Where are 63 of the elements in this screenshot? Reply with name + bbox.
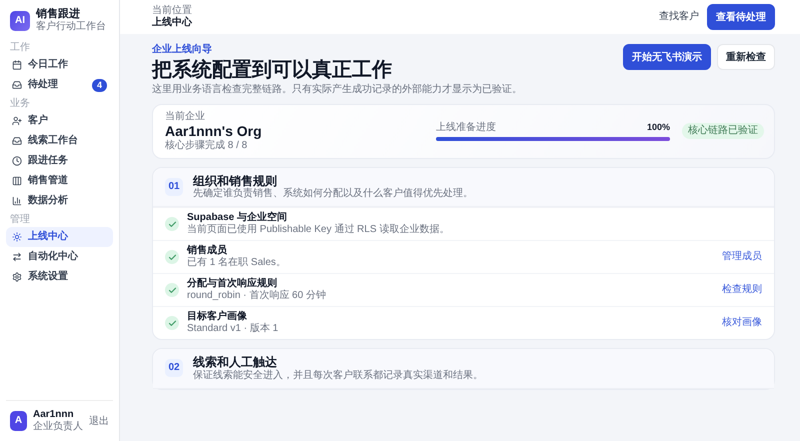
section-title: 组织和销售规则 [193,174,278,188]
nav-group-label: 业务 [9,96,31,112]
app-name: 销售跟进 [36,8,81,20]
nav-icon [12,272,22,282]
steps-summary: 核心步骤完成 8 / 8 [165,140,248,152]
step-action-link[interactable]: 管理成员 [722,251,762,264]
step-title: 分配与首次响应规则 [187,278,278,290]
hero-heading: 把系统配置到可以真正工作 [152,58,393,82]
nav-icon [12,176,22,186]
app-logo: AI [10,10,30,31]
step-title: 目标客户画像 [187,311,248,324]
step-title: 销售成员 [187,245,228,257]
nav-item[interactable]: 待处理 4 [6,75,113,96]
progress-reading: 100% [646,122,670,134]
nav-item[interactable]: 上线中心 [6,227,113,248]
breadcrumb-caption: 当前位置 [152,5,192,16]
view-pending-button[interactable]: 查看待处理 [707,4,775,30]
user-avatar: A [10,411,27,431]
user-role: 企业负责人 [33,421,83,433]
nav-icon [12,60,22,70]
nav-item[interactable]: 自动化中心 [6,247,113,268]
count-badge: 4 [92,78,107,92]
nav-item[interactable]: 客户 [6,111,113,132]
nav-icon [12,232,22,242]
nav-icon [12,116,22,126]
logout-button[interactable]: 退出 [89,414,109,428]
progress-label: 上线准备进度 [436,122,496,134]
section-number: 02 [165,359,183,378]
section-number: 01 [165,178,183,196]
find-customer-link[interactable]: 查找客户 [659,11,699,23]
org-caption: 当前企业 [165,111,206,123]
step-title: Supabase 与企业空间 [187,212,288,224]
step-action-link[interactable]: 检查规则 [722,284,762,296]
step-detail: round_robin · 首次响应 60 分钟 [187,290,326,302]
step-action-link[interactable]: 核对画像 [722,317,762,330]
status-pill: 核心链路已验证 [682,123,764,140]
nav-item[interactable]: 销售管道 [6,171,113,192]
nav-icon [12,156,22,166]
eyebrow-text: 企业上线向导 [152,44,213,56]
nav-group-label: 工作 [9,41,31,56]
page-title: 上线中心 [152,17,192,29]
section-description: 保证线索能安全进入，并且每次客户联系都记录真实渠道和结果。 [193,370,483,382]
section-description: 先确定谁负责销售、系统如何分配以及什么客户值得优先处理。 [193,188,473,200]
user-name: Aar1nnn [33,409,75,420]
section-title: 线索和人工触达 [193,355,278,370]
action-button[interactable]: 重新检查 [717,44,775,70]
nav-icon [12,252,22,262]
step-detail: 当前页面已使用 Publishable Key 通过 RLS 读取企业数据。 [187,224,450,236]
org-name: Aar1nnn's Org [165,123,262,140]
nav-item[interactable]: 线索工作台 [6,131,113,152]
nav-item[interactable]: 数据分析 [6,191,113,212]
action-button[interactable]: 开始无飞书演示 [623,44,711,70]
step-detail: Standard v1 · 版本 1 [187,323,278,336]
nav-icon [12,196,22,206]
nav-item[interactable]: 系统设置 [6,267,113,288]
nav-group-label: 管理 [9,213,31,228]
nav-icon [12,136,22,146]
nav-item[interactable]: 跟进任务 [6,151,113,172]
hero-description: 这里用业务语言检查完整链路。只有实际产生成功记录的外部能力才显示为已验证。 [152,84,522,96]
step-detail: 已有 1 名在职 Sales。 [187,257,286,270]
nav-item[interactable]: 今日工作 [6,55,113,76]
app-subtitle: 客户行动工作台 [36,21,106,34]
nav-icon [12,80,22,90]
